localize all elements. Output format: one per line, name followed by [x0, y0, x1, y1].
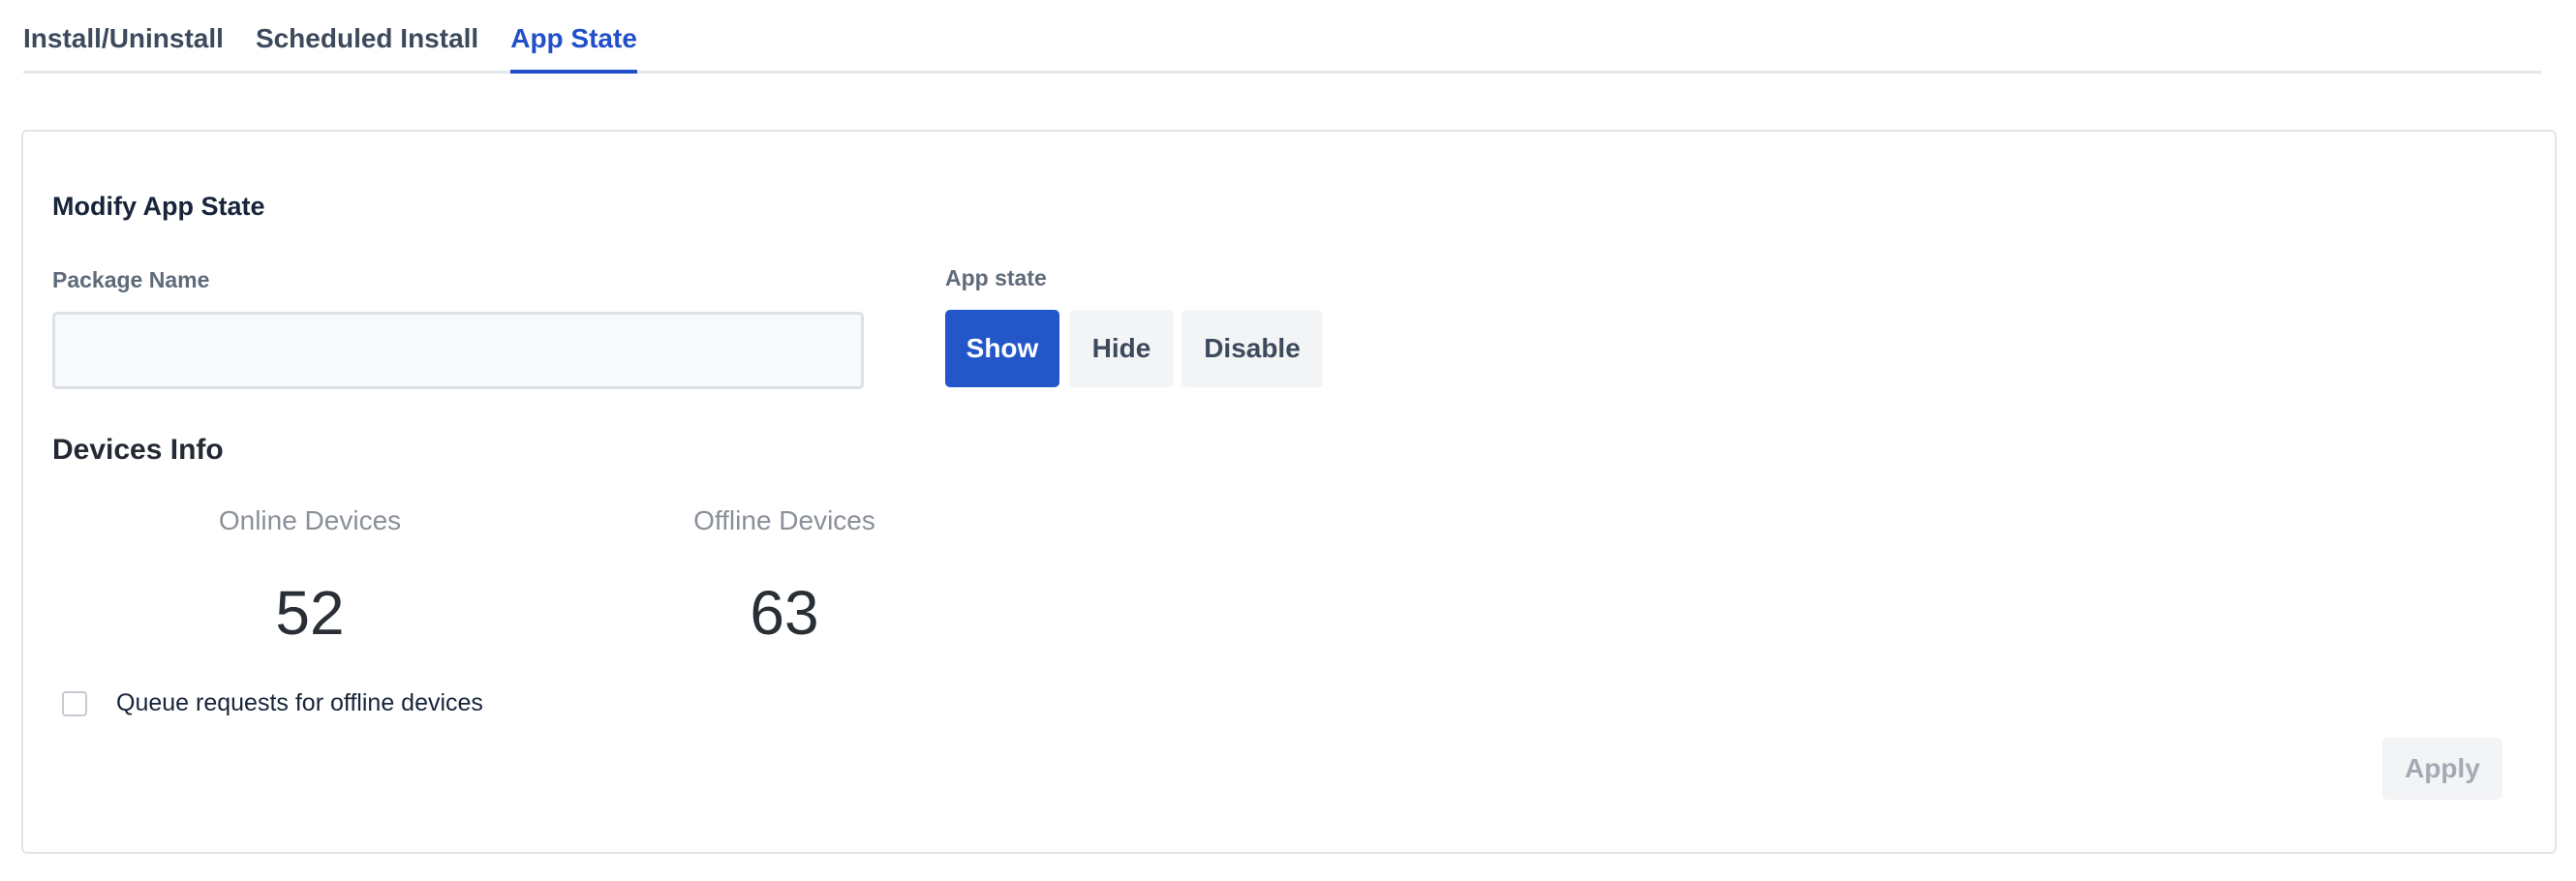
card-title: Modify App State [52, 192, 265, 221]
modify-app-state-card: Modify App State Package Name App state … [21, 130, 2557, 854]
package-name-input[interactable] [52, 312, 864, 389]
offline-devices-label: Offline Devices [693, 505, 875, 535]
state-disable-button[interactable]: Disable [1181, 310, 1323, 387]
tab-install-uninstall[interactable]: Install/Uninstall [23, 23, 224, 74]
online-devices-label: Online Devices [218, 505, 402, 535]
apply-button[interactable]: Apply [2382, 738, 2502, 800]
tab-scheduled-install[interactable]: Scheduled Install [256, 23, 478, 74]
app-state-page: Install/Uninstall Scheduled Install App … [0, 0, 2576, 881]
package-name-label: Package Name [52, 267, 210, 292]
online-devices-count: 52 [275, 578, 345, 648]
tab-app-state[interactable]: App State [510, 23, 637, 74]
queue-requests-label[interactable]: Queue requests for offline devices [116, 689, 483, 717]
queue-requests-row: Queue requests for offline devices [62, 689, 483, 717]
state-show-button[interactable]: Show [945, 310, 1059, 387]
offline-devices-count: 63 [750, 578, 819, 648]
tab-bar: Install/Uninstall Scheduled Install App … [23, 0, 2541, 74]
queue-requests-checkbox[interactable] [62, 690, 87, 716]
state-hide-button[interactable]: Hide [1069, 310, 1174, 387]
app-state-label: App state [945, 265, 1047, 290]
devices-info-title: Devices Info [52, 434, 224, 466]
